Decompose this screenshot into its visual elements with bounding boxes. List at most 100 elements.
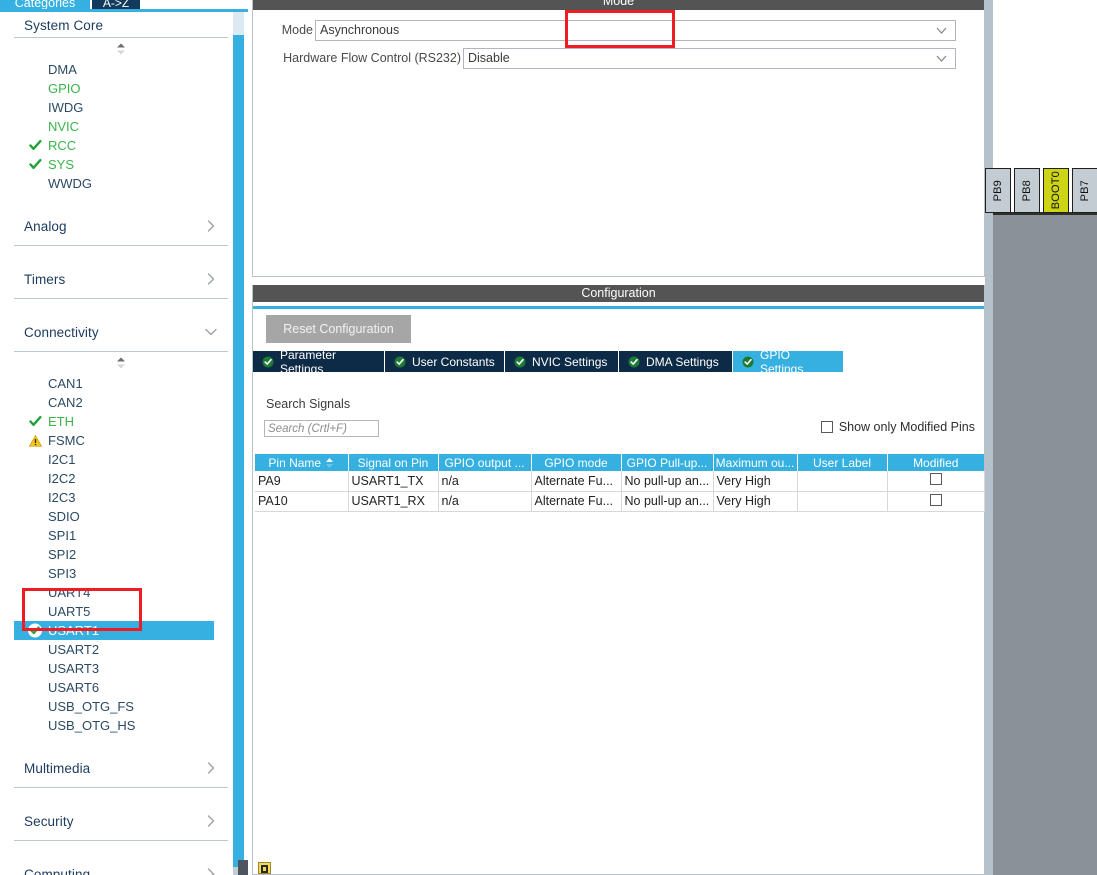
sidebar-item-sdio[interactable]: SDIO — [14, 507, 228, 526]
sidebar-scrollbar-thumb[interactable] — [233, 35, 244, 867]
cell-pin-name[interactable]: PA10 — [255, 491, 349, 512]
table-header-modified[interactable]: Modified — [887, 454, 984, 471]
cell-maximum-output-speed[interactable]: Very High — [713, 471, 798, 492]
cell-user-label[interactable] — [797, 491, 888, 512]
table-header-user-label[interactable]: User Label — [797, 454, 888, 471]
chip-pin-pb7[interactable]: PB7 — [1072, 168, 1097, 213]
sidebar-section-header-security[interactable]: Security — [14, 802, 228, 841]
show-only-modified-pins-checkbox[interactable] — [820, 421, 833, 433]
table-header-maximum-ou[interactable]: Maximum ou... — [713, 454, 798, 471]
sidebar-section-header-connectivity[interactable]: Connectivity — [14, 313, 228, 352]
table-header-label: GPIO Pull-up... — [626, 455, 708, 470]
sidebar-item-usart2[interactable]: USART2 — [14, 640, 228, 659]
sidebar-item-usart3[interactable]: USART3 — [14, 659, 228, 678]
chevron-right-icon[interactable] — [204, 761, 218, 775]
sidebar-scroll-corner — [238, 860, 248, 875]
chip-pin-boot0[interactable]: BOOT0 — [1043, 168, 1069, 213]
sidebar-item-usb_otg_hs[interactable]: USB_OTG_HS — [14, 716, 228, 735]
sidebar-item-eth[interactable]: ETH — [14, 412, 228, 431]
sidebar-list-spinner[interactable] — [14, 38, 228, 60]
search-signals-label: Search Signals — [266, 397, 351, 411]
sidebar-item-uart4[interactable]: UART4 — [14, 583, 228, 602]
table-header-pin-name[interactable]: Pin Name — [255, 454, 349, 471]
cell-modified[interactable] — [887, 491, 985, 512]
sidebar-item-label: SPI3 — [48, 566, 77, 581]
sidebar-item-i2c1[interactable]: I2C1 — [14, 450, 228, 469]
cell-gpio-output[interactable]: n/a — [438, 491, 532, 512]
sort-arrows-icon[interactable] — [321, 456, 334, 470]
cell-modified[interactable] — [887, 471, 985, 492]
table-header-gpio-pull-up[interactable]: GPIO Pull-up... — [621, 454, 714, 471]
sidebar-item-i2c3[interactable]: I2C3 — [14, 488, 228, 507]
sidebar-section-header-analog[interactable]: Analog — [14, 207, 228, 246]
sidebar-item-usart6[interactable]: USART6 — [14, 678, 228, 697]
sidebar-list-spinner[interactable] — [14, 352, 228, 374]
sidebar-item-label: I2C2 — [48, 471, 76, 486]
sidebar-item-can2[interactable]: CAN2 — [14, 393, 228, 412]
cell-signal-on-pin[interactable]: USART1_RX — [348, 491, 439, 512]
sidebar-item-spi1[interactable]: SPI1 — [14, 526, 228, 545]
show-only-modified-pins-filter[interactable]: Show only Modified Pins — [820, 420, 975, 434]
sidebar-item-wwdg[interactable]: WWDG — [14, 174, 228, 193]
sidebar-item-label: IWDG — [48, 100, 84, 115]
chevron-right-icon[interactable] — [204, 272, 218, 286]
cell-gpio-pull-up[interactable]: No pull-up an... — [621, 471, 714, 492]
chevron-right-icon[interactable] — [204, 867, 218, 875]
sidebar-item-uart5[interactable]: UART5 — [14, 602, 228, 621]
table-header-label: GPIO output ... — [444, 455, 525, 470]
sidebar-item-usart1[interactable]: USART1 — [14, 621, 214, 640]
check-circle-icon — [394, 356, 406, 368]
sidebar-item-gpio[interactable]: GPIO — [14, 79, 228, 98]
table-header-gpio-output[interactable]: GPIO output ... — [438, 454, 532, 471]
modified-checkbox[interactable] — [929, 493, 942, 506]
flow-control-dropdown[interactable]: Disable — [463, 47, 956, 69]
modified-checkbox[interactable] — [929, 473, 942, 486]
chip-pin-pb9[interactable]: PB9 — [985, 168, 1011, 213]
cell-user-label[interactable] — [797, 471, 888, 492]
sidebar-item-can1[interactable]: CAN1 — [14, 374, 228, 393]
table-row[interactable]: PA9 USART1_TX n/a Alternate Fu... No pull-up… — [255, 471, 985, 492]
cell-pin-name[interactable]: PA9 — [255, 471, 349, 492]
sidebar-scrollbar-thumb-top[interactable] — [233, 12, 244, 35]
table-row[interactable]: PA10 USART1_RX n/a Alternate Fu... No pull-u… — [255, 491, 985, 512]
sidebar-item-sys[interactable]: SYS — [14, 155, 228, 174]
search-input[interactable] — [264, 420, 379, 437]
reset-configuration-button[interactable]: Reset Configuration — [266, 315, 411, 343]
sidebar-section-header-multimedia[interactable]: Multimedia — [14, 749, 228, 788]
tab-parameter-settings[interactable]: Parameter Settings — [253, 348, 385, 376]
cell-gpio-mode[interactable]: Alternate Fu... — [531, 491, 622, 512]
warning-icon — [28, 434, 42, 448]
sidebar-item-spi2[interactable]: SPI2 — [14, 545, 228, 564]
tab-gpio-settings[interactable]: GPIO Settings — [733, 348, 843, 376]
sidebar-item-label: USB_OTG_HS — [48, 718, 136, 733]
sidebar-item-usb_otg_fs[interactable]: USB_OTG_FS — [14, 697, 228, 716]
sidebar-section-header-timers[interactable]: Timers — [14, 260, 228, 299]
sidebar-item-rcc[interactable]: RCC — [14, 136, 228, 155]
mode-dropdown[interactable]: Asynchronous — [315, 19, 956, 41]
chevron-right-icon[interactable] — [204, 219, 218, 233]
sidebar-section-header-computing[interactable]: Computing — [14, 855, 228, 875]
sidebar-item-fsmc[interactable]: FSMC — [14, 431, 228, 450]
chevron-right-icon[interactable] — [204, 814, 218, 828]
cell-signal-on-pin[interactable]: USART1_TX — [348, 471, 439, 492]
sidebar-item-dma[interactable]: DMA — [14, 60, 228, 79]
sidebar-item-iwdg[interactable]: IWDG — [14, 98, 228, 117]
table-header-signal-on-pin[interactable]: Signal on Pin — [348, 454, 439, 471]
tab-nvic-settings[interactable]: NVIC Settings — [505, 351, 619, 372]
mode-panel-title: Mode — [253, 0, 984, 10]
chevron-down-icon[interactable] — [204, 325, 218, 339]
chip-pin-pb8[interactable]: PB8 — [1014, 168, 1040, 213]
sidebar-item-spi3[interactable]: SPI3 — [14, 564, 228, 583]
cell-gpio-pull-up[interactable]: No pull-up an... — [621, 491, 714, 512]
sidebar-item-i2c2[interactable]: I2C2 — [14, 469, 228, 488]
cell-maximum-output-speed[interactable]: Very High — [713, 491, 798, 512]
chip-panel-edge — [985, 0, 993, 875]
table-header-gpio-mode[interactable]: GPIO mode — [531, 454, 622, 471]
cell-gpio-output[interactable]: n/a — [438, 471, 532, 492]
sidebar-item-nvic[interactable]: NVIC — [14, 117, 228, 136]
status-warning-icon[interactable] — [258, 862, 271, 874]
sidebar-section-header-system-core[interactable]: System Core — [14, 12, 228, 38]
cell-gpio-mode[interactable]: Alternate Fu... — [531, 471, 622, 492]
tab-user-constants[interactable]: User Constants — [385, 351, 505, 372]
tab-dma-settings[interactable]: DMA Settings — [619, 351, 733, 372]
